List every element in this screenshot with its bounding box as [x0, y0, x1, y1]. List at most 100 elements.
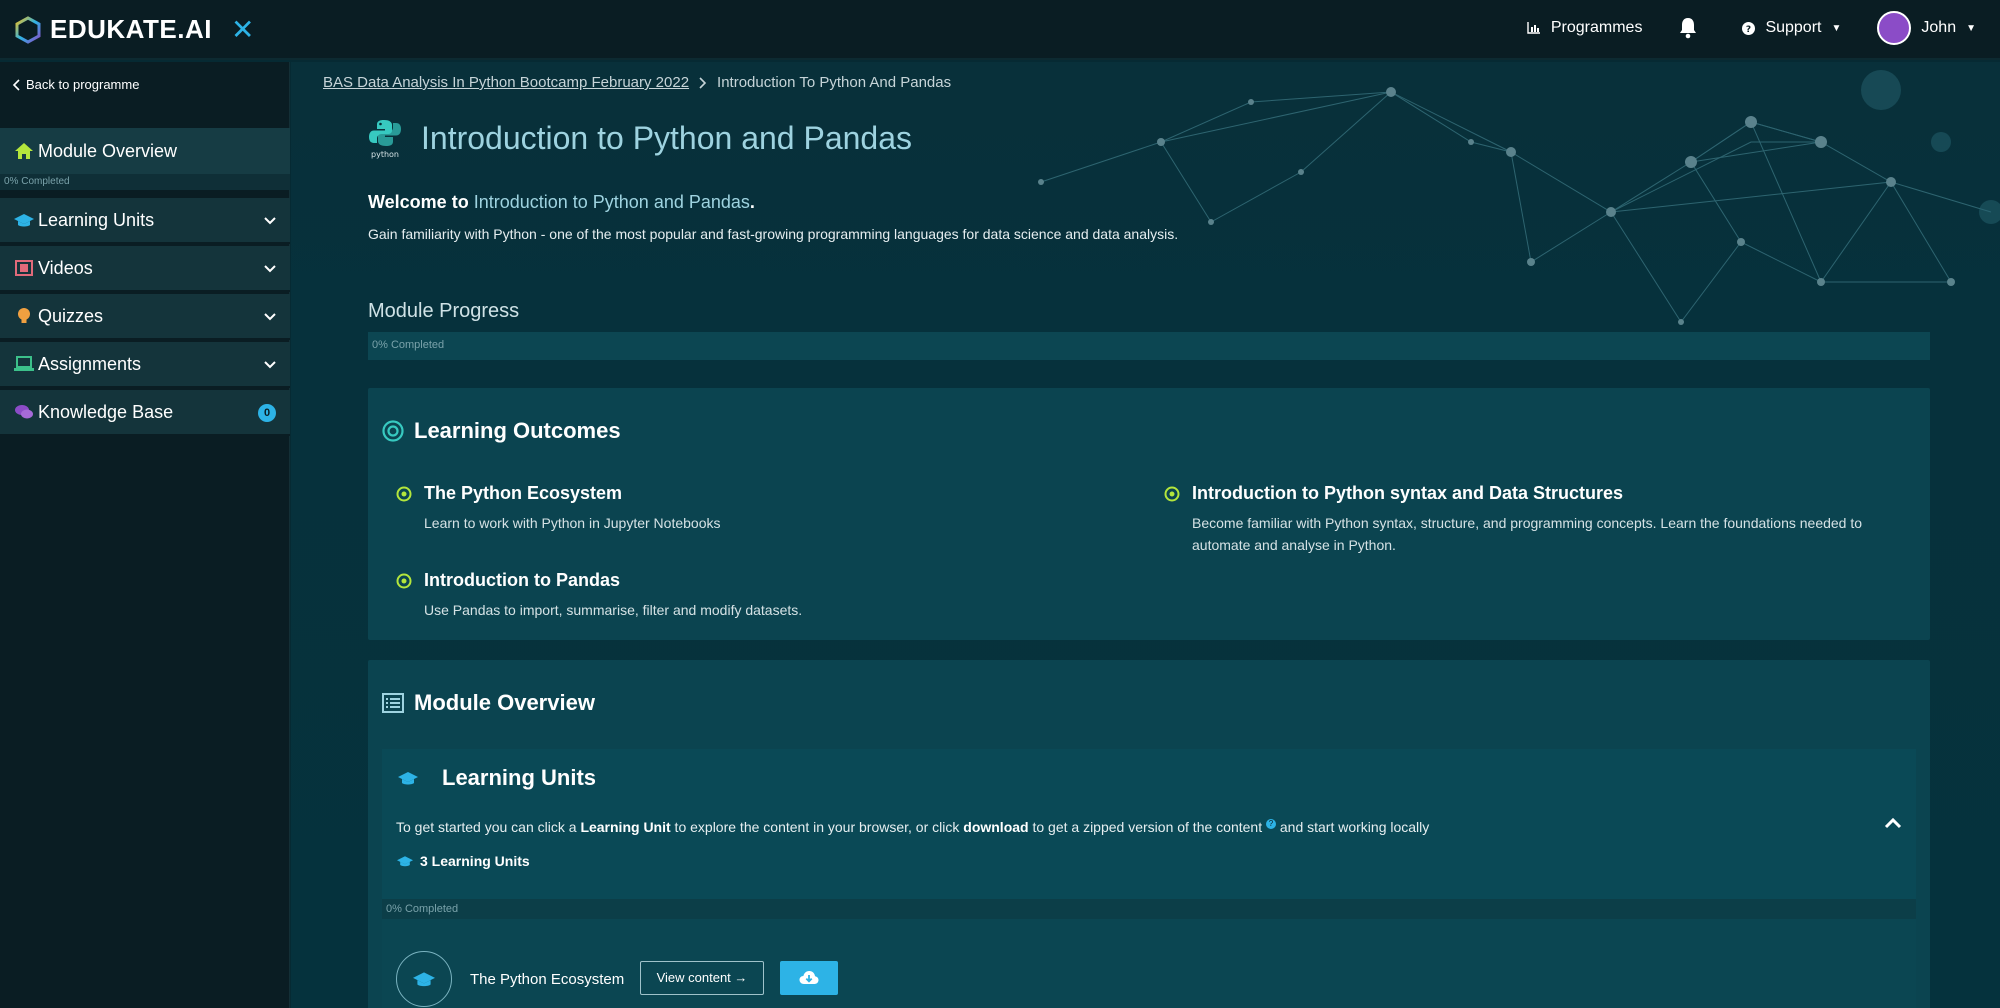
comments-icon: [15, 405, 33, 419]
learning-units-progress-bar: 0% Completed: [382, 899, 1916, 919]
lightbulb-icon: [18, 308, 30, 323]
bullseye-icon: [382, 420, 404, 442]
breadcrumb-programme-link[interactable]: BAS Data Analysis In Python Bootcamp Feb…: [323, 74, 689, 91]
learning-unit-name[interactable]: The Python Ecosystem: [470, 971, 624, 988]
graduation-cap-icon: [413, 972, 435, 987]
notification-bell-icon[interactable]: [1678, 17, 1698, 39]
support-label: Support: [1765, 19, 1822, 36]
sidebar-item-videos[interactable]: Videos: [0, 246, 290, 292]
sidebar-item-learning-units[interactable]: Learning Units: [0, 198, 290, 244]
logo-text: EDUKATE.AI: [50, 14, 212, 44]
sidebar-item-label: Learning Units: [38, 209, 155, 230]
network-background-graphic: [1038, 70, 2000, 325]
home-icon: [15, 143, 33, 159]
learning-units-title: Learning Units: [442, 765, 597, 790]
module-overview-card: Module Overview Learning Units To get st…: [368, 660, 1930, 1008]
module-progress-title: Module Progress: [368, 300, 520, 322]
learning-outcome-desc: Use Pandas to import, summarise, filter …: [424, 602, 803, 618]
chevron-down-icon: [264, 265, 276, 273]
chevron-down-icon: [264, 361, 276, 369]
graduation-cap-icon: [397, 856, 413, 867]
module-overview-title: Module Overview: [414, 690, 595, 715]
welcome-heading: Welcome to Introduction to Python and Pa…: [368, 192, 755, 213]
programmes-link[interactable]: Programmes: [1527, 19, 1643, 37]
list-alt-icon: [382, 693, 404, 713]
question-circle-icon[interactable]: ?: [1265, 819, 1276, 829]
target-bullet-icon: [396, 486, 412, 502]
learning-outcomes-title: Learning Outcomes: [414, 418, 621, 443]
view-content-button[interactable]: View content →: [640, 961, 764, 995]
learning-unit-icon-circle: [396, 951, 452, 1007]
caret-down-icon: ▼: [1831, 22, 1842, 34]
sidebar-item-assignments[interactable]: Assignments: [0, 342, 290, 388]
laptop-icon: [14, 356, 34, 371]
sidebar-item-quizzes[interactable]: Quizzes: [0, 294, 290, 340]
welcome-prefix: Welcome to: [368, 192, 474, 212]
python-logo-icon: python: [369, 120, 401, 159]
sidebar-item-knowledge-base[interactable]: Knowledge Base 0: [0, 390, 290, 436]
hexagon-logo-icon: [15, 15, 41, 44]
module-overview-heading: Module Overview: [382, 690, 595, 716]
learning-unit-row: The Python Ecosystem View content →: [382, 919, 1916, 1008]
learning-outcome-title: The Python Ecosystem: [424, 483, 623, 503]
welcome-module-name: Introduction to Python and Pandas: [473, 192, 750, 212]
learning-units-intro: To get started you can click a Learning …: [396, 819, 1430, 835]
learning-units-count: 3 Learning Units: [396, 853, 530, 869]
module-description: Gain familiarity with Python - one of th…: [368, 226, 1179, 242]
chevron-right-icon: [699, 76, 707, 89]
graduation-cap-icon: [398, 772, 418, 785]
question-circle-icon: ?: [1742, 21, 1756, 35]
chevron-down-icon: [264, 217, 276, 225]
sidebar: Back to programme Module Overview 0% Com…: [0, 62, 290, 1008]
close-sidebar-icon[interactable]: ✕: [231, 13, 254, 46]
programmes-label: Programmes: [1550, 19, 1643, 36]
welcome-suffix: .: [749, 192, 755, 212]
learning-outcomes-card: Learning Outcomes The Python Ecosystem L…: [368, 388, 1930, 640]
sidebar-item-label: Assignments: [38, 353, 142, 374]
knowledge-base-count-badge: 0: [258, 404, 276, 422]
sidebar-item-module-overview[interactable]: Module Overview: [0, 128, 290, 174]
learning-outcome-desc: Become familiar with Python syntax, stru…: [1192, 515, 1863, 553]
python-logo-caption: python: [371, 150, 399, 159]
support-dropdown[interactable]: ? Support ▼: [1742, 19, 1841, 37]
breadcrumb: BAS Data Analysis In Python Bootcamp Feb…: [323, 74, 951, 91]
sidebar-item-label: Videos: [38, 257, 93, 278]
learning-units-count-label: 3 Learning Units: [420, 853, 530, 869]
back-to-programme-link[interactable]: Back to programme: [12, 77, 139, 92]
back-link-label: Back to programme: [26, 77, 140, 92]
chevron-up-icon[interactable]: [1884, 817, 1902, 829]
bar-chart-icon: [1527, 22, 1540, 34]
download-button[interactable]: [780, 961, 838, 995]
page-title: Introduction to Python and Pandas: [421, 120, 913, 156]
learning-units-heading[interactable]: Learning Units: [396, 765, 596, 791]
avatar: [1877, 11, 1912, 45]
learning-units-panel: Learning Units To get started you can cl…: [382, 749, 1916, 1008]
chevron-down-icon: [264, 313, 276, 321]
sidebar-item-label: Knowledge Base: [38, 401, 174, 422]
sidebar-item-label: Module Overview: [38, 140, 178, 161]
learning-outcome-item: Introduction to Pandas Use Pandas to imp…: [396, 570, 802, 621]
chevron-left-icon: [12, 78, 20, 91]
learning-outcome-title: Introduction to Pandas: [424, 570, 620, 590]
svg-text:?: ?: [1746, 25, 1751, 35]
main-content: BAS Data Analysis In Python Bootcamp Feb…: [291, 62, 2000, 1008]
top-navigation-bar: EDUKATE.AI ✕ Programmes ? Support ▼ John…: [0, 0, 2000, 60]
target-bullet-icon: [396, 573, 412, 589]
caret-down-icon: ▼: [1966, 22, 1976, 34]
learning-outcomes-heading: Learning Outcomes: [382, 418, 621, 444]
breadcrumb-current: Introduction To Python And Pandas: [717, 74, 952, 91]
cloud-download-icon: [799, 971, 819, 984]
target-bullet-icon: [1164, 486, 1180, 502]
sidebar-item-label: Quizzes: [38, 305, 104, 326]
learning-outcome-title: Introduction to Python syntax and Data S…: [1192, 483, 1624, 503]
graduation-cap-icon: [14, 214, 34, 227]
user-name: John: [1921, 19, 1957, 36]
sidebar-progress-bar: 0% Completed: [0, 174, 290, 190]
learning-outcome-item: Introduction to Python syntax and Data S…: [1164, 483, 1884, 556]
learning-outcome-item: The Python Ecosystem Learn to work with …: [396, 483, 721, 534]
user-menu[interactable]: John ▼: [1877, 11, 1976, 45]
learning-outcome-desc: Learn to work with Python in Jupyter Not…: [424, 515, 721, 531]
edukate-logo[interactable]: EDUKATE.AI: [14, 14, 212, 45]
film-icon: [15, 260, 33, 276]
module-progress-bar: 0% Completed: [368, 332, 1930, 360]
